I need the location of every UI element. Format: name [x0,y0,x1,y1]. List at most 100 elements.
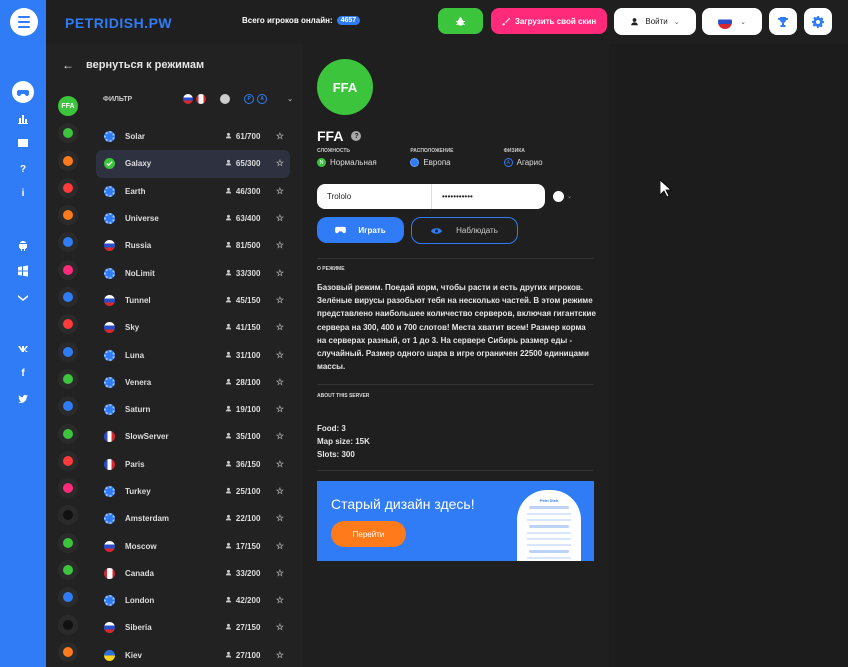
server-row-turkey[interactable]: Turkey 25/100 ☆ [96,478,290,505]
server-row-paris[interactable]: Paris 36/150 ☆ [96,451,290,478]
facebook-icon[interactable]: f [15,365,31,381]
server-row-amsterdam[interactable]: Amsterdam 22/100 ☆ [96,505,290,532]
favorite-star-icon[interactable]: ☆ [276,622,284,633]
twitter-icon[interactable] [15,391,31,407]
mode-ffa-icon[interactable]: FFA [58,96,78,116]
server-row-venera[interactable]: Venera 28/100 ☆ [96,369,290,396]
mode-ghost-icon[interactable] [58,587,78,608]
favorite-star-icon[interactable]: ☆ [276,213,284,224]
server-row-luna[interactable]: Luna 31/100 ☆ [96,341,290,368]
europe-flag-icon [104,404,115,416]
server-row-galaxy[interactable]: Galaxy 65/300 ☆ [96,150,290,178]
favorite-star-icon[interactable]: ☆ [276,595,284,606]
favorite-star-icon[interactable]: ☆ [276,350,284,361]
nickname-input[interactable]: Trololo [317,184,431,209]
password-input[interactable]: ••••••••••• [431,184,545,209]
favorite-star-icon[interactable]: ☆ [276,295,284,306]
server-row-moscow[interactable]: Moscow 17/150 ☆ [96,532,290,559]
mode-grid-icon[interactable] [58,368,78,389]
mode-circle-icon[interactable] [58,614,78,635]
favorite-star-icon[interactable]: ☆ [276,322,284,333]
server-row-saturn[interactable]: Saturn 19/100 ☆ [96,396,290,423]
settings-button[interactable] [804,8,832,35]
mode-fire-icon[interactable] [58,205,78,226]
bug-report-button[interactable] [438,8,483,34]
chevron-down-icon: ⌄ [567,193,573,200]
mode-dark-icon[interactable] [58,505,78,526]
skin-selector[interactable]: ⌄ [553,189,581,203]
mode-hand2-icon[interactable] [58,314,78,335]
mode-ring-icon[interactable] [58,423,78,444]
russia-flag-icon[interactable] [183,94,194,104]
mode-detail: FFA FFA ? СЛОЖНОСТЬ N Нормальная РАСПОЛОЖЕН… [303,44,609,667]
mode-nolimit-icon[interactable] [58,341,78,362]
p-filter-icon[interactable]: P [244,94,255,104]
mode-beta-icon[interactable] [58,287,78,308]
favorite-star-icon[interactable]: ☆ [276,650,284,661]
windows-icon[interactable] [15,263,31,279]
favorite-star-icon[interactable]: ☆ [276,513,284,524]
server-row-canada[interactable]: Canada 33/200 ☆ [96,560,290,587]
favorite-star-icon[interactable]: ☆ [276,459,284,470]
upload-skin-button[interactable]: Загрузить свой скин [491,8,607,34]
favorite-star-icon[interactable]: ☆ [276,268,284,279]
server-row-london[interactable]: London 42/200 ☆ [96,587,290,614]
go-button[interactable]: Перейти [331,521,406,547]
trophy-button[interactable] [769,8,797,35]
chevron-down-icon[interactable]: ⌄ [287,95,293,103]
login-button[interactable]: Войти ⌄ [614,8,696,35]
server-row-earth[interactable]: Earth 46/300 ☆ [96,178,290,205]
favorite-star-icon[interactable]: ☆ [276,186,284,197]
gamepad-icon[interactable] [12,81,34,103]
favorite-star-icon[interactable]: ☆ [276,568,284,579]
server-row-tunnel[interactable]: Tunnel 45/150 ☆ [96,287,290,314]
favorite-star-icon[interactable]: ☆ [276,431,284,442]
mode-duo-icon[interactable] [58,123,78,144]
favorite-star-icon[interactable]: ☆ [276,131,284,142]
spectate-button[interactable]: Наблюдать [411,217,518,244]
mode-team-icon[interactable] [58,232,78,253]
mode-gun-icon[interactable] [58,450,78,471]
favorite-star-icon[interactable]: ☆ [276,158,284,169]
language-select[interactable]: ⌄ [702,8,762,35]
server-row-slowserver[interactable]: SlowServer 35/100 ☆ [96,423,290,450]
server-row-universe[interactable]: Universe 63/400 ☆ [96,205,290,232]
play-button[interactable]: Играть [317,217,404,243]
server-row-solar[interactable]: Solar 61/700 ☆ [96,123,290,150]
favorite-star-icon[interactable]: ☆ [276,377,284,388]
android-icon[interactable] [15,238,31,254]
stats-icon[interactable] [15,110,31,126]
help-icon[interactable]: ? [351,131,362,141]
server-row-sky[interactable]: Sky 41/150 ☆ [96,314,290,341]
favorite-star-icon[interactable]: ☆ [276,240,284,251]
mode-virus-icon[interactable] [58,560,78,581]
help-icon[interactable]: ? [15,161,31,177]
server-row-russia[interactable]: Russia 81/500 ☆ [96,232,290,259]
vk-app-icon[interactable] [15,289,31,305]
mode-eye-icon[interactable] [58,532,78,553]
server-row-nolimit[interactable]: NoLimit 33/300 ☆ [96,259,290,286]
server-name: SlowServer [125,432,169,442]
mode-car-icon[interactable] [58,641,78,662]
mode-wave-icon[interactable] [58,396,78,417]
favorite-star-icon[interactable]: ☆ [276,541,284,552]
card-icon[interactable] [15,135,31,151]
hamburger-menu-button[interactable] [10,8,38,36]
favorite-star-icon[interactable]: ☆ [276,486,284,497]
vk-icon[interactable] [15,340,31,356]
mode-hand-icon[interactable] [58,150,78,171]
server-row-kiev[interactable]: Kiev 27/100 ☆ [96,642,290,667]
mode-cell-icon[interactable] [58,177,78,198]
info-icon[interactable]: i [15,185,31,201]
back-to-modes-link[interactable]: ← вернуться к режимам [62,58,204,72]
filter-row[interactable]: ФИЛЬТР P A ⌄ [103,94,293,104]
site-logo[interactable]: PETRIDISH.PW [65,15,172,31]
russia-flag-icon [104,240,115,252]
mode-skull-icon[interactable] [58,478,78,499]
a-filter-icon[interactable]: A [257,94,268,104]
mode-pig-icon[interactable] [58,259,78,280]
server-row-siberia[interactable]: Siberia 27/150 ☆ [96,614,290,641]
favorite-star-icon[interactable]: ☆ [276,404,284,415]
canada-flag-icon[interactable] [196,94,207,104]
lock-filter-icon[interactable] [220,94,231,104]
